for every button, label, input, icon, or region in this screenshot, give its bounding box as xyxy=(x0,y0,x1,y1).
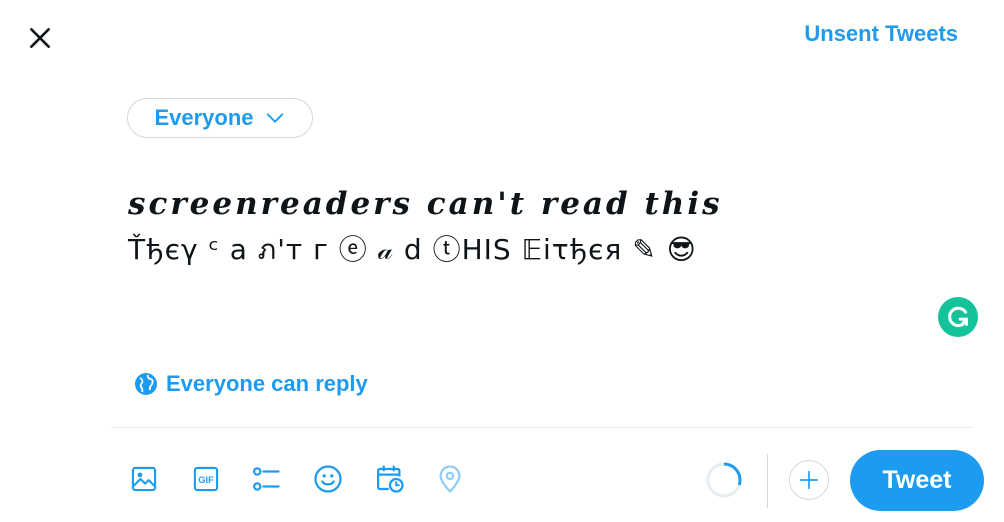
audience-selector[interactable]: Everyone xyxy=(127,98,313,138)
emoji-icon xyxy=(314,465,342,493)
schedule-icon xyxy=(377,465,404,493)
reply-setting-label: Everyone can reply xyxy=(166,371,368,396)
emoji-button[interactable] xyxy=(311,462,345,496)
tweet-text-line-1: 𝒔𝒄𝒓𝒆𝒆𝒏𝒓𝒆𝒂𝒅𝒆𝒓𝒔 𝒄𝒂𝒏'𝒕 𝒓𝒆𝒂𝒅 𝒕𝒉𝒊𝒔 xyxy=(128,186,723,222)
add-tweet-button[interactable] xyxy=(789,460,829,500)
schedule-button[interactable] xyxy=(373,462,407,496)
gif-icon: GIF xyxy=(193,466,219,492)
poll-button[interactable] xyxy=(249,462,283,496)
close-button[interactable] xyxy=(22,20,58,56)
divider xyxy=(111,427,973,428)
chevron-down-icon xyxy=(266,113,283,123)
svg-text:GIF: GIF xyxy=(198,475,214,485)
character-counter xyxy=(704,460,744,500)
image-icon xyxy=(131,466,157,492)
gif-button[interactable]: GIF xyxy=(189,462,223,496)
audience-label: Everyone xyxy=(154,105,254,130)
grammarly-button[interactable] xyxy=(938,297,978,337)
globe-icon xyxy=(135,373,157,395)
character-counter-ring xyxy=(706,462,742,498)
media-button[interactable] xyxy=(127,462,161,496)
tweet-text-input[interactable]: 𝒔𝒄𝒓𝒆𝒆𝒏𝒓𝒆𝒂𝒅𝒆𝒓𝒔 𝒄𝒂𝒏'𝒕 𝒓𝒆𝒂𝒅 𝒕𝒉𝒊𝒔 Ťђєγ ᶜ a ภ… xyxy=(128,182,928,274)
plus-icon xyxy=(799,470,819,490)
close-icon xyxy=(30,28,50,48)
poll-icon xyxy=(253,467,280,491)
toolbar-divider xyxy=(767,454,768,508)
location-button[interactable] xyxy=(433,462,467,496)
tweet-button[interactable]: Tweet xyxy=(850,450,984,511)
tweet-text-line-2: Ťђєγ ᶜ a ภ'т г ⓔ 𝒶 d ⓣHIS 𝔼iτђєя ✎ 😎 xyxy=(128,233,697,266)
unsent-tweets-link[interactable]: Unsent Tweets xyxy=(804,21,958,47)
location-pin-icon xyxy=(439,465,461,493)
reply-setting-button[interactable]: Everyone can reply xyxy=(134,371,368,397)
grammarly-icon xyxy=(948,306,969,328)
